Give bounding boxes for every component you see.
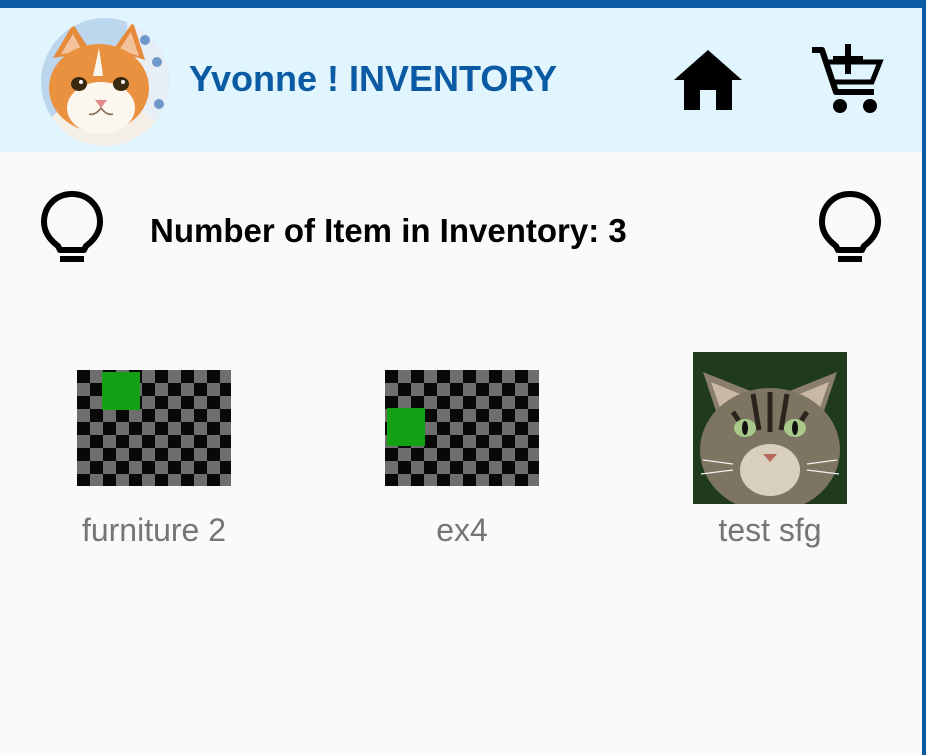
inventory-count: Number of Item in Inventory: 3 xyxy=(150,212,627,249)
checkerboard-placeholder-image xyxy=(77,370,231,486)
lightbulb-icon xyxy=(819,191,881,262)
app-title: Yvonne ! INVENTORY xyxy=(189,58,558,99)
item-name: ex4 xyxy=(436,512,488,548)
inventory-item[interactable]: test sfg xyxy=(660,350,880,560)
status-strip xyxy=(0,0,926,8)
checkerboard-placeholder-image xyxy=(385,370,539,486)
item-name: furniture 2 xyxy=(81,512,227,548)
home-button[interactable] xyxy=(670,46,746,114)
item-name: test sfg xyxy=(718,512,822,548)
home-icon xyxy=(674,50,742,110)
cat-photo xyxy=(693,352,847,504)
hint-button-right[interactable] xyxy=(816,190,884,270)
add-to-cart-icon xyxy=(812,44,884,113)
hint-button-left[interactable] xyxy=(38,190,106,270)
cat-avatar-photo xyxy=(41,18,169,146)
avatar[interactable] xyxy=(41,18,169,146)
add-to-cart-button[interactable] xyxy=(810,42,886,118)
app-header: Yvonne ! INVENTORY xyxy=(0,8,922,152)
window-edge xyxy=(922,0,926,755)
inventory-item[interactable]: ex4 xyxy=(352,350,572,560)
inventory-item[interactable]: furniture 2 xyxy=(44,350,264,560)
lightbulb-icon xyxy=(41,191,103,262)
